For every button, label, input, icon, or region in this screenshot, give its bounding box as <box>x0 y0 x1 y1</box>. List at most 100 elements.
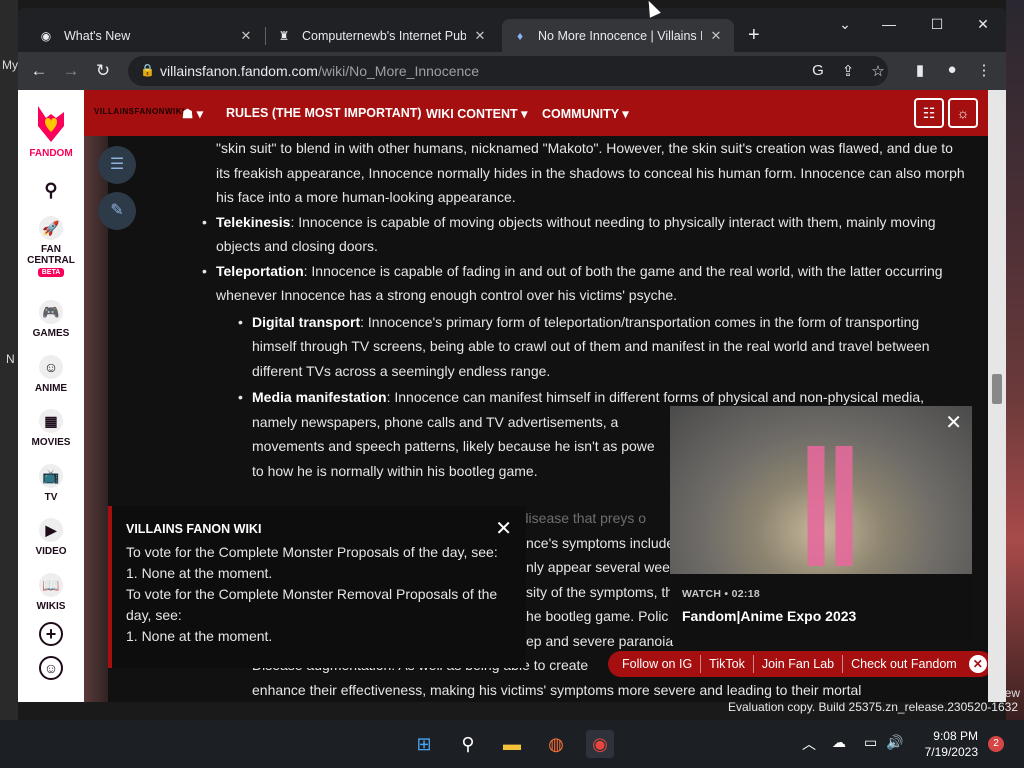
video-icon: ▶ <box>39 518 63 542</box>
rail-video[interactable]: ▶ VIDEO <box>18 518 84 557</box>
rail-label: TV <box>44 492 58 503</box>
system-clock[interactable]: 9:08 PM 7/19/2023 <box>925 728 978 760</box>
notice-line: To vote for the Complete Monster Removal… <box>126 586 498 602</box>
nav-label: COMMUNITY <box>542 107 619 121</box>
google-icon[interactable]: G <box>808 62 828 79</box>
chevron-up-icon[interactable]: ︿ <box>802 734 816 754</box>
network-icon[interactable]: ☁ <box>832 734 846 751</box>
chevron-down-icon: ▾ <box>622 107 629 121</box>
explore-icon: ☗ <box>182 107 197 121</box>
ability-term: Digital transport <box>252 313 361 330</box>
address-bar[interactable]: 🔒 villainsfanon.fandom.com/wiki/No_More_… <box>128 56 888 86</box>
search-button[interactable]: ⚲ <box>18 178 84 206</box>
tab-whats-new[interactable]: ◉ What's New ✕ <box>28 19 264 52</box>
fandom-brand: FANDOM <box>29 148 73 159</box>
follow-ig-link[interactable]: Follow on IG <box>614 657 700 671</box>
nav-wiki-content[interactable]: WIKI CONTENT ▾ <box>426 106 527 121</box>
join-fan-lab-link[interactable]: Join Fan Lab <box>754 657 842 671</box>
close-icon[interactable]: ✕ <box>495 516 512 541</box>
notice-title: VILLAINS FANON WIKI <box>126 522 262 536</box>
forward-arrow-icon[interactable]: → <box>60 61 82 81</box>
windows-start-icon[interactable]: ⊞ <box>410 730 438 758</box>
list-item: • Digital transport: Innocence's primary … <box>238 310 966 384</box>
table-of-contents-icon[interactable]: ☰ <box>98 146 136 184</box>
discussions-icon[interactable]: ☷ <box>914 98 944 128</box>
rail-movies[interactable]: ▦ MOVIES <box>18 409 84 448</box>
url-text[interactable]: villainsfanon.fandom.com/wiki/No_More_In… <box>160 63 479 79</box>
scroll-thumb[interactable] <box>992 374 1002 404</box>
fandom-global-nav: FANDOM ⚲ 🚀 FAN CENTRAL BETA 🎮 GAMES ☺ AN… <box>18 90 84 702</box>
close-icon[interactable]: ✕ <box>968 655 987 673</box>
nav-community[interactable]: COMMUNITY ▾ <box>542 106 629 121</box>
desktop-edge-right <box>1006 0 1024 720</box>
explore-menu[interactable]: ☗ ▾ <box>182 106 203 121</box>
tab-title: What's New <box>64 28 131 43</box>
lock-icon[interactable]: 🔒 <box>140 63 155 77</box>
tab-search-button[interactable]: ⌄ <box>822 16 868 33</box>
tab-close-icon[interactable]: ✕ <box>708 28 724 44</box>
fandom-logo[interactable]: FANDOM <box>18 104 84 159</box>
tab-no-more-innocence[interactable]: ♦ No More Innocence | Villains Fan ✕ <box>502 19 734 52</box>
reload-icon[interactable]: ↻ <box>92 61 114 81</box>
desktop-icon-label[interactable]: N <box>6 352 15 366</box>
close-window-button[interactable]: ✕ <box>960 16 1006 33</box>
close-icon[interactable]: ✕ <box>945 410 962 435</box>
search-icon[interactable]: ⚲ <box>454 730 482 758</box>
video-player[interactable]: ✕ WATCH • 02:18 Fandom|Anime Expo 2023 <box>670 406 972 640</box>
check-out-fandom-link[interactable]: Check out Fandom <box>843 657 965 671</box>
side-panel-icon[interactable]: ▮ <box>910 61 930 79</box>
url-path: /wiki/No_More_Innocence <box>317 63 480 79</box>
video-title[interactable]: Fandom|Anime Expo 2023 <box>682 608 856 624</box>
evaluation-watermark: Evaluation copy. Build 25375.zn_release.… <box>728 700 1018 714</box>
menu-kebab-icon[interactable]: ⋮ <box>974 61 994 79</box>
bookmark-star-icon[interactable]: ☆ <box>868 62 888 80</box>
display-icon[interactable]: ▭ <box>864 734 877 751</box>
notice-line: day, see: <box>126 607 182 623</box>
minimize-button[interactable]: — <box>866 16 912 32</box>
pub-icon: ♜ <box>278 28 290 43</box>
back-arrow-icon[interactable]: ← <box>28 61 50 81</box>
promo-bar: Follow on IG TikTok Join Fan Lab Check o… <box>608 651 988 677</box>
nav-rules[interactable]: RULES (THE MOST IMPORTANT) <box>226 106 422 120</box>
ability-term: Teleportation <box>216 262 304 279</box>
wiki-navigation: VILLAINSFANONWIKI ☗ ▾ RULES (THE MOST IM… <box>84 90 988 136</box>
file-explorer-icon[interactable]: ▬ <box>498 730 526 758</box>
rail-fan-central[interactable]: 🚀 FAN CENTRAL BETA <box>18 216 84 277</box>
chrome-icon: ◉ <box>40 28 52 43</box>
video-duration: WATCH • 02:18 <box>682 588 760 600</box>
nav-label: WIKI CONTENT <box>426 107 518 121</box>
tab-close-icon[interactable]: ✕ <box>472 28 488 44</box>
rail-games[interactable]: 🎮 GAMES <box>18 300 84 339</box>
wiki-logo[interactable]: VILLAINSFANONWIKI <box>94 107 185 116</box>
tab-close-icon[interactable]: ✕ <box>238 28 254 44</box>
rail-tv[interactable]: 📺 TV <box>18 464 84 503</box>
tiktok-link[interactable]: TikTok <box>701 657 753 671</box>
edit-pencil-icon[interactable]: ✎ <box>98 192 136 230</box>
chrome-icon[interactable]: ◉ <box>586 730 614 758</box>
notification-badge[interactable]: 2 <box>988 736 1004 752</box>
rail-wikis[interactable]: 📖 WIKIS <box>18 573 84 612</box>
desktop-icon-label[interactable]: My <box>2 58 18 72</box>
tab-internet-pub[interactable]: ♜ Computernewb's Internet Pub H ✕ <box>266 19 498 52</box>
desktop-icon-label[interactable]: ew <box>1005 686 1020 700</box>
notice-line: 1. None at the moment. <box>126 565 273 581</box>
profile-icon[interactable]: ● <box>942 61 962 78</box>
firefox-icon[interactable]: ◍ <box>542 730 570 758</box>
browser-toolbar: ← → ↻ 🔒 villainsfanon.fandom.com/wiki/No… <box>18 52 1006 90</box>
rail-anime[interactable]: ☺ ANIME <box>18 355 84 394</box>
anime-icon: ☺ <box>39 355 63 379</box>
create-button[interactable]: + <box>18 622 84 650</box>
list-item: • Telekinesis: Innocence is capable of mo… <box>202 210 966 259</box>
taskbar: ⊞ ⚲ ▬ ◍ ◉ ︿ ☁ ▭ 🔊 9:08 PM 7/19/2023 2 <box>0 720 1024 768</box>
rail-label: MOVIES <box>31 437 71 448</box>
account-button[interactable]: ☺ <box>18 656 84 684</box>
rail-label: FAN CENTRAL <box>27 244 75 266</box>
vertical-scrollbar[interactable] <box>988 90 1006 702</box>
volume-icon[interactable]: 🔊 <box>886 734 903 751</box>
chevron-down-icon: ▾ <box>521 107 528 121</box>
share-icon[interactable]: ⇪ <box>838 62 858 80</box>
theme-toggle-icon[interactable]: ☼ <box>948 98 978 128</box>
new-tab-button[interactable]: + <box>748 25 760 45</box>
tv-icon: 📺 <box>39 464 63 488</box>
maximize-button[interactable]: ☐ <box>914 16 960 33</box>
